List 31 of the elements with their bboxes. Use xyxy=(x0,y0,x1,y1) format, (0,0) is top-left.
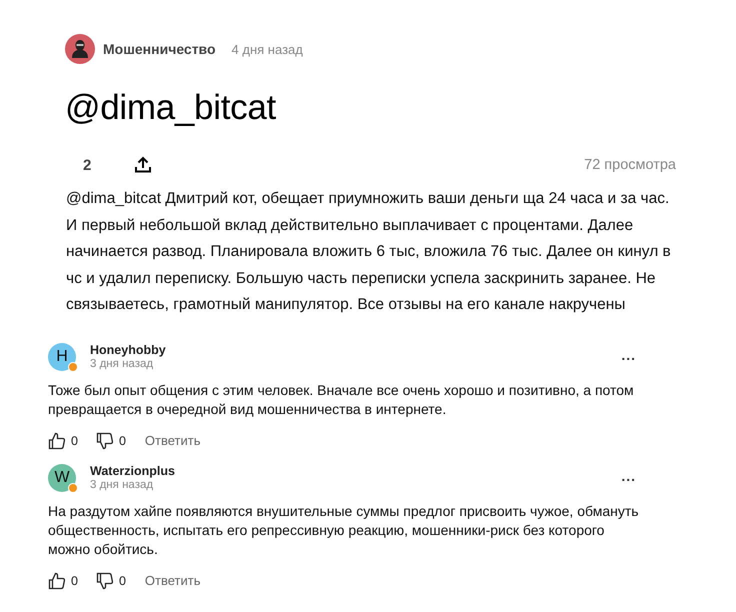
channel-avatar[interactable] xyxy=(65,34,95,64)
post-time: 4 дня назад xyxy=(232,42,303,56)
post-title: @dima_bitcat xyxy=(65,87,277,129)
thumbs-down-icon[interactable] xyxy=(96,572,114,590)
post-body: @dima_bitcat Дмитрий кот, обещает приумножить ваши деньги ща 24 часа и за час. И первый небольшой вклад действительно выплачивает с процентами. Далее начинается развод. Планировала вложить 6 тыс, вложила 76 тыс. Далее он кинул в чс и удалил переписку. Большую часть переписки успела заскринить заранее. Не связываетесь, грамотный манипулятор. Все отзывы на его канале накручены xyxy=(66,189,672,315)
comment-text: Тоже был опыт общения с этим человек. Вначале все очень хорошо и позитивно, а потом превращается в очередной вид мошенничества в интернете. xyxy=(48,380,635,418)
comment-time: 3 дня назад xyxy=(90,358,154,370)
like-count: 2 xyxy=(83,156,92,174)
avatar-initial: W xyxy=(54,468,70,486)
avatar-initial: H xyxy=(56,348,68,366)
dislike-count: 0 xyxy=(118,434,126,448)
like-count: 0 xyxy=(71,434,78,448)
comment-time: 3 дня назад xyxy=(90,478,154,490)
comment-author[interactable]: Honeyhobby xyxy=(90,342,166,356)
channel-name[interactable]: Мошенничество xyxy=(103,41,216,57)
thumbs-up-icon[interactable] xyxy=(48,572,66,590)
view-count: 72 просмотра xyxy=(584,157,676,173)
comment-text: На раздутом хайпе появляются внушительные суммы предлог присвоить чужое, обмануть общественность, испытать его репрессивную реакцию, мошенники-риск без которого можно обойтись. xyxy=(48,502,640,558)
thumbs-up-icon[interactable] xyxy=(48,432,66,450)
dislike-count: 0 xyxy=(118,574,126,588)
share-icon[interactable] xyxy=(133,155,153,175)
more-button[interactable]: ... xyxy=(621,346,636,362)
user-avatar[interactable]: W xyxy=(48,464,76,492)
hooded-figure-icon xyxy=(71,39,89,59)
reply-button[interactable]: Ответить xyxy=(144,433,200,448)
more-button[interactable]: ... xyxy=(621,468,636,484)
reply-button[interactable]: Ответить xyxy=(144,573,200,588)
comment-author[interactable]: Waterzionplus xyxy=(90,464,175,478)
user-avatar[interactable]: H xyxy=(48,342,76,370)
like-count: 0 xyxy=(71,574,78,588)
thumbs-down-icon[interactable] xyxy=(96,432,114,450)
